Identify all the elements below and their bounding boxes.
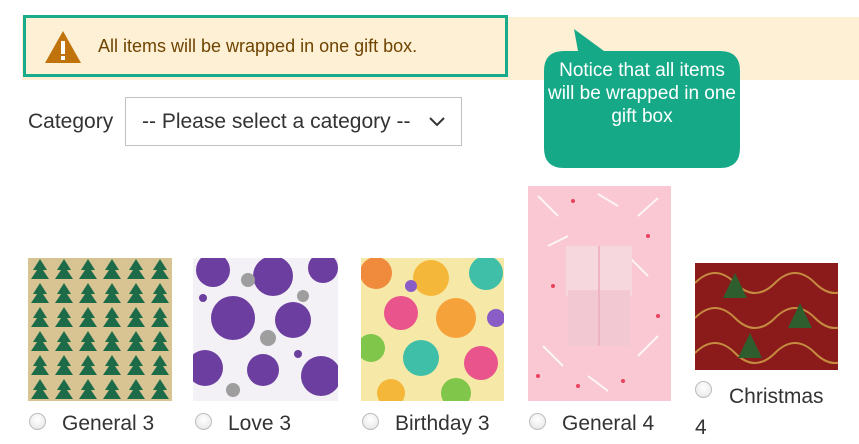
wrap-radio-general-4[interactable] (529, 413, 546, 430)
wrap-label-general-4: General 4 (562, 412, 655, 435)
warning-icon (45, 31, 81, 63)
category-select[interactable]: -- Please select a category -- (125, 97, 462, 146)
wrap-image-general-4[interactable] (528, 186, 671, 401)
wrap-radio-birthday-3[interactable] (362, 413, 379, 430)
wrap-image-love-3[interactable] (193, 258, 338, 401)
wrap-image-christmas-4[interactable] (695, 263, 838, 370)
wrap-label-love-3: Love 3 (228, 412, 292, 435)
wrap-radio-love-3[interactable] (195, 413, 212, 430)
wrap-label-birthday-3: Birthday 3 (395, 412, 490, 435)
category-label: Category (28, 110, 114, 133)
category-select-value: -- Please select a category -- (142, 110, 411, 133)
notice-message: All items will be wrapped in one gift bo… (98, 36, 418, 56)
wrap-radio-general-3[interactable] (29, 413, 46, 430)
wrap-image-general-3[interactable] (28, 258, 172, 401)
wrap-label-general-3: General 3 (62, 412, 155, 435)
chevron-down-icon (429, 117, 445, 127)
callout-text: Notice that all items will be wrapped in… (547, 60, 736, 127)
wrap-label-christmas-4: Christmas 4 (695, 385, 824, 439)
wrap-image-birthday-3[interactable] (361, 258, 504, 401)
